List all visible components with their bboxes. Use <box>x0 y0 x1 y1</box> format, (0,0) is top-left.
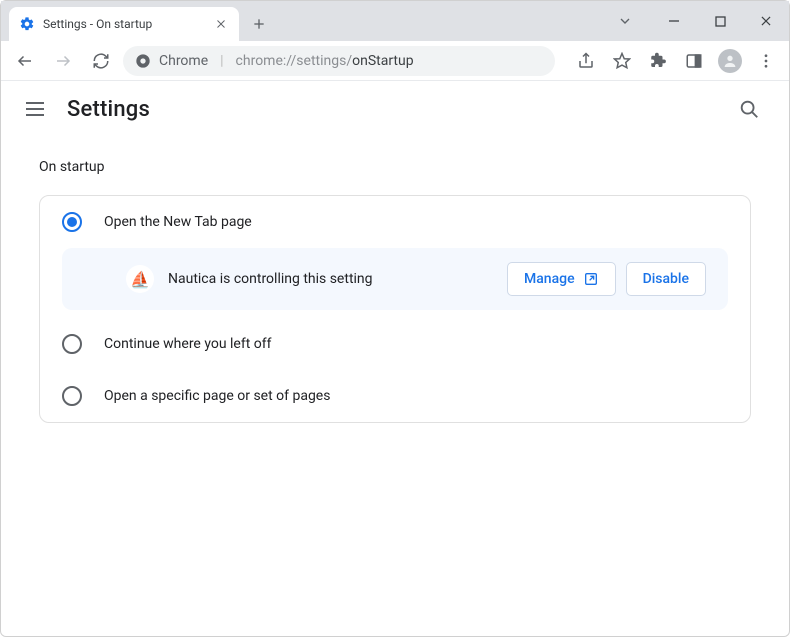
radio-option-new-tab[interactable]: Open the New Tab page <box>40 196 750 248</box>
kebab-menu-icon[interactable] <box>751 46 781 76</box>
manage-button-label: Manage <box>524 271 575 287</box>
profile-avatar[interactable] <box>715 46 745 76</box>
radio-label: Continue where you left off <box>104 336 272 352</box>
manage-button[interactable]: Manage <box>507 262 616 296</box>
radio-label: Open a specific page or set of pages <box>104 388 330 404</box>
notice-text: Nautica is controlling this setting <box>168 271 493 287</box>
startup-card: Open the New Tab page ⛵ Nautica is contr… <box>39 195 751 423</box>
tab-title: Settings - On startup <box>43 17 205 31</box>
disable-button[interactable]: Disable <box>626 262 706 296</box>
settings-content: On startup Open the New Tab page ⛵ Nauti… <box>1 137 789 445</box>
browser-titlebar: Settings - On startup <box>1 1 789 41</box>
disable-button-label: Disable <box>643 271 689 287</box>
back-button[interactable] <box>9 45 41 77</box>
maximize-button[interactable] <box>697 5 743 37</box>
sidepanel-icon[interactable] <box>679 46 709 76</box>
share-icon[interactable] <box>571 46 601 76</box>
new-tab-button[interactable] <box>245 10 273 38</box>
radio-icon[interactable] <box>62 386 82 406</box>
forward-button[interactable] <box>47 45 79 77</box>
search-icon[interactable] <box>731 91 767 127</box>
radio-option-continue[interactable]: Continue where you left off <box>40 318 750 370</box>
menu-hamburger-icon[interactable] <box>23 97 47 121</box>
section-heading: On startup <box>39 159 751 175</box>
chevron-down-icon[interactable] <box>607 13 643 29</box>
extensions-icon[interactable] <box>643 46 673 76</box>
tab-close-button[interactable] <box>213 16 229 32</box>
radio-icon[interactable] <box>62 334 82 354</box>
omnibox-prefix: Chrome <box>159 53 208 69</box>
browser-tab[interactable]: Settings - On startup <box>9 7 239 41</box>
omnibox-url: chrome://settings/onStartup <box>236 53 414 69</box>
window-controls <box>607 1 789 41</box>
gear-icon <box>19 16 35 32</box>
extension-notice: ⛵ Nautica is controlling this setting Ma… <box>62 248 728 310</box>
close-window-button[interactable] <box>743 5 789 37</box>
browser-toolbar: Chrome | chrome://settings/onStartup <box>1 41 789 81</box>
sailboat-icon: ⛵ <box>126 265 154 293</box>
radio-label: Open the New Tab page <box>104 214 252 230</box>
reload-button[interactable] <box>85 45 117 77</box>
bookmark-star-icon[interactable] <box>607 46 637 76</box>
minimize-button[interactable] <box>651 5 697 37</box>
radio-option-specific-pages[interactable]: Open a specific page or set of pages <box>40 370 750 422</box>
address-bar[interactable]: Chrome | chrome://settings/onStartup <box>123 46 555 76</box>
external-link-icon <box>583 271 599 287</box>
settings-header: Settings <box>1 81 789 137</box>
page-title: Settings <box>67 97 150 122</box>
chrome-product-icon <box>135 53 151 69</box>
radio-icon[interactable] <box>62 212 82 232</box>
omnibox-divider: | <box>220 53 223 69</box>
